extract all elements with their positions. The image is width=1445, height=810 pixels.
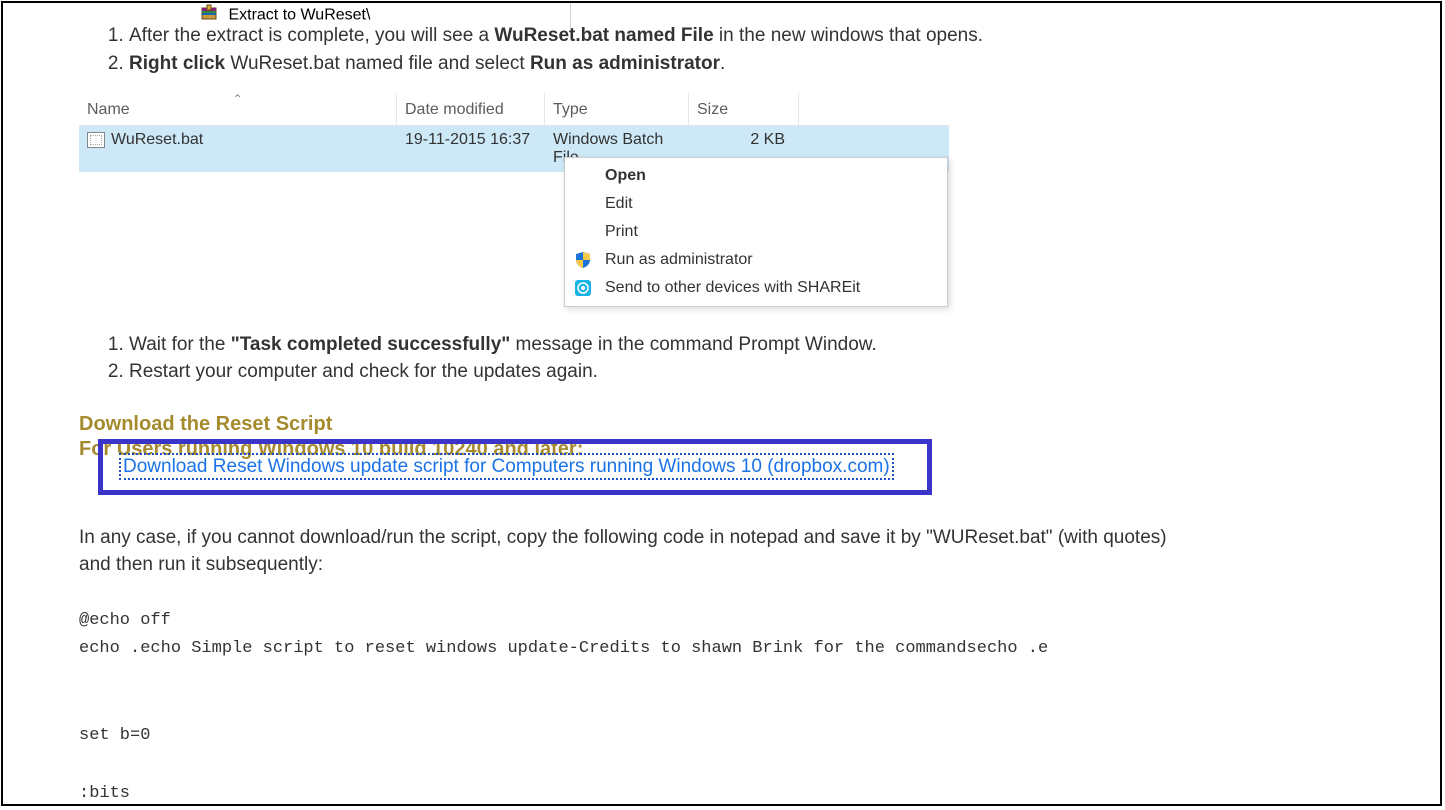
ctx-print[interactable]: Print bbox=[565, 218, 947, 246]
page-container: Extract to WuReset\ After the extract is… bbox=[1, 1, 1442, 806]
download-link[interactable]: Download Reset Windows update script for… bbox=[119, 453, 894, 480]
sort-caret-icon: ⌃ bbox=[232, 92, 242, 106]
extract-to-label: Extract to WuReset\ bbox=[228, 7, 370, 24]
col-size[interactable]: Size bbox=[689, 93, 799, 125]
steps-list-1: After the extract is complete, you will … bbox=[89, 23, 1440, 77]
col-type[interactable]: Type bbox=[545, 93, 689, 125]
fallback-instructions: In any case, if you cannot download/run … bbox=[79, 525, 1179, 578]
col-date[interactable]: Date modified bbox=[397, 93, 545, 125]
col-name[interactable]: ⌃ Name bbox=[79, 93, 397, 125]
section-title: Download the Reset Script bbox=[79, 413, 1440, 436]
batch-file-icon bbox=[87, 132, 105, 148]
step2-1: Wait for the "Task completed successfull… bbox=[129, 332, 1440, 359]
steps-list-2: Wait for the "Task completed successfull… bbox=[89, 332, 1440, 385]
ctx-shareit[interactable]: Send to other devices with SHAREit bbox=[565, 274, 947, 302]
shareit-icon bbox=[573, 278, 593, 298]
cell-date: 19-11-2015 16:37 bbox=[397, 126, 545, 172]
top-contextmenu-fragment: Extract to WuReset\ bbox=[192, 3, 571, 30]
ctx-edit[interactable]: Edit bbox=[565, 190, 947, 218]
shield-icon bbox=[573, 250, 593, 270]
context-menu: Open Edit Print Run as administrator bbox=[564, 157, 948, 307]
step-2: Right click WuReset.bat named file and s… bbox=[129, 51, 1440, 78]
ctx-open[interactable]: Open bbox=[565, 162, 947, 190]
batch-script-code: @echo off echo .echo Simple script to re… bbox=[79, 607, 1440, 806]
explorer-header: ⌃ Name Date modified Type Size bbox=[79, 93, 949, 126]
step2-2: Restart your computer and check for the … bbox=[129, 359, 1440, 386]
ctx-run-as-admin[interactable]: Run as administrator bbox=[565, 246, 947, 274]
cell-name: WuReset.bat bbox=[79, 126, 397, 172]
winrar-icon bbox=[200, 4, 218, 27]
download-highlight-box: Download Reset Windows update script for… bbox=[98, 439, 932, 495]
